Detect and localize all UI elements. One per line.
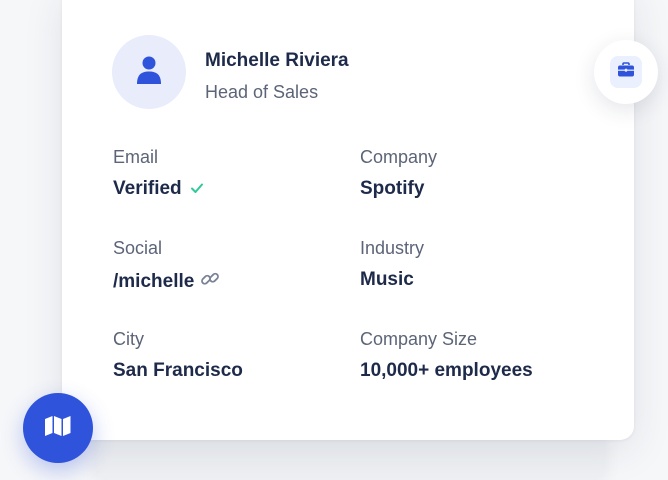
email-value: Verified — [113, 178, 204, 200]
profile-title: Head of Sales — [205, 82, 319, 102]
map-button[interactable] — [23, 393, 93, 463]
social-handle[interactable]: /michelle — [113, 271, 194, 293]
industry-value: Music — [360, 269, 414, 290]
industry-label: Industry — [360, 238, 425, 258]
company-size-label: Company Size — [360, 329, 478, 349]
city-value: San Francisco — [113, 360, 243, 381]
company-size-value: 10,000+ employees — [360, 360, 533, 381]
social-value: /michelle — [113, 269, 220, 295]
user-icon — [136, 55, 162, 90]
email-label: Email — [113, 147, 159, 167]
avatar — [112, 35, 186, 109]
link-icon[interactable] — [200, 269, 220, 295]
company-label: Company — [360, 147, 438, 167]
map-icon — [43, 414, 73, 443]
company-value: Spotify — [360, 178, 425, 199]
social-label: Social — [113, 238, 163, 258]
email-status: Verified — [113, 178, 182, 199]
city-label: City — [113, 329, 144, 349]
check-icon — [190, 178, 204, 200]
profile-name: Michelle Riviera — [205, 50, 349, 71]
briefcase-badge[interactable] — [594, 40, 658, 104]
briefcase-icon — [617, 61, 635, 83]
